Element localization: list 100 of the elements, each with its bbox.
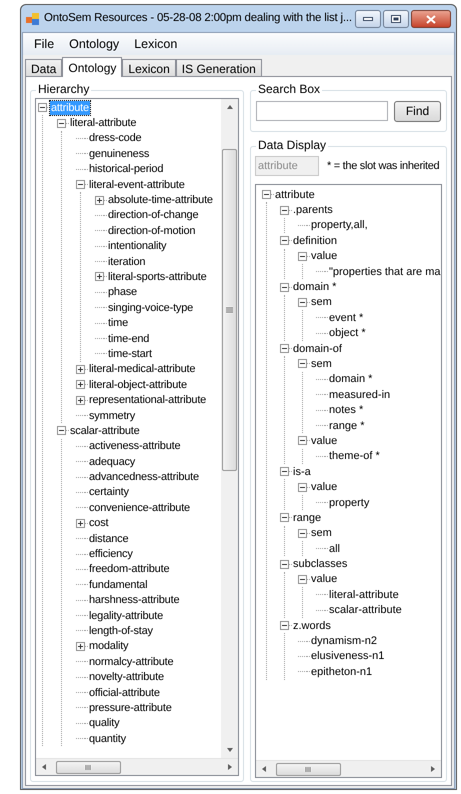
tree-item[interactable]: absolute-time-attribute bbox=[107, 193, 214, 208]
tree-item[interactable]: dynamism-n2 bbox=[310, 634, 378, 648]
scroll-thumb[interactable] bbox=[276, 762, 341, 776]
tree-item[interactable]: literal-object-attribute bbox=[88, 378, 188, 392]
tree-item[interactable]: time-end bbox=[107, 332, 150, 346]
tree-item[interactable]: dress-code bbox=[88, 131, 142, 146]
expand-icon[interactable] bbox=[76, 518, 85, 528]
expand-icon[interactable] bbox=[76, 396, 85, 405]
collapse-icon[interactable] bbox=[280, 236, 289, 246]
tree-item[interactable]: direction-of-motion bbox=[107, 224, 196, 238]
collapse-icon[interactable] bbox=[38, 103, 47, 112]
scroll-left-arrow-icon[interactable] bbox=[260, 765, 268, 773]
tree-item[interactable]: domain * bbox=[292, 280, 338, 294]
tree-item[interactable]: object * bbox=[328, 326, 367, 340]
collapse-icon[interactable] bbox=[280, 560, 289, 569]
tree-item[interactable]: range * bbox=[328, 418, 366, 433]
tree-item[interactable]: convenience-attribute bbox=[88, 500, 191, 515]
scroll-down-arrow-icon[interactable] bbox=[226, 746, 234, 754]
scroll-right-arrow-icon[interactable] bbox=[429, 765, 437, 773]
tree-item[interactable]: time bbox=[107, 316, 129, 330]
tree-item[interactable]: literal-event-attribute bbox=[88, 178, 186, 192]
collapse-icon[interactable] bbox=[57, 118, 66, 128]
tree-item[interactable]: activeness-attribute bbox=[88, 439, 182, 454]
tab[interactable]: Data bbox=[25, 59, 62, 76]
scroll-thumb[interactable] bbox=[222, 149, 237, 471]
minimize-button[interactable] bbox=[355, 10, 381, 28]
tree-item[interactable]: representational-attribute bbox=[88, 393, 208, 408]
tree-item[interactable]: modality bbox=[88, 639, 130, 654]
tab[interactable]: IS Generation bbox=[176, 59, 262, 76]
tree-item[interactable]: .parents bbox=[292, 203, 334, 218]
tree-item[interactable]: cost bbox=[88, 516, 110, 530]
tree-item[interactable]: time-start bbox=[107, 346, 153, 361]
tree-item[interactable]: value bbox=[310, 480, 338, 494]
scroll-thumb[interactable] bbox=[56, 760, 121, 774]
tree-item[interactable]: length-of-stay bbox=[88, 624, 154, 638]
expand-icon[interactable] bbox=[95, 272, 104, 282]
tree-item[interactable]: certainty bbox=[88, 485, 130, 500]
tree-item[interactable]: value bbox=[310, 434, 338, 448]
tree-item[interactable]: efficiency bbox=[88, 547, 134, 562]
search-field[interactable] bbox=[256, 101, 388, 121]
tree-item[interactable]: elusiveness-n1 bbox=[310, 649, 386, 664]
maximize-button[interactable] bbox=[383, 10, 409, 28]
tree-item[interactable]: epitheton-n1 bbox=[310, 664, 374, 679]
tree-item[interactable]: freedom-attribute bbox=[88, 562, 170, 576]
tree-item[interactable]: all bbox=[328, 542, 342, 556]
tree-item[interactable]: measured-in bbox=[328, 388, 392, 402]
tab[interactable]: Ontology bbox=[62, 57, 122, 77]
tree-item[interactable]: sem bbox=[310, 295, 333, 310]
tree-item[interactable]: harshness-attribute bbox=[88, 593, 180, 608]
collapse-icon[interactable] bbox=[298, 528, 307, 538]
expand-icon[interactable] bbox=[95, 196, 104, 205]
menu-item[interactable]: File bbox=[27, 34, 62, 54]
tree-item[interactable]: range bbox=[292, 510, 322, 525]
scroll-right-arrow-icon[interactable] bbox=[226, 763, 234, 771]
tree-item[interactable]: definition bbox=[292, 234, 338, 248]
collapse-icon[interactable] bbox=[280, 513, 289, 522]
tree-item[interactable]: value bbox=[310, 572, 338, 586]
collapse-icon[interactable] bbox=[298, 252, 307, 261]
tree-item[interactable]: scalar-attribute bbox=[69, 424, 141, 438]
collapse-icon[interactable] bbox=[262, 190, 271, 200]
tree-item[interactable]: distance bbox=[88, 532, 130, 546]
tree-item[interactable]: z.words bbox=[292, 618, 332, 633]
tree-item[interactable]: quantity bbox=[88, 732, 127, 746]
tree-item[interactable]: sem bbox=[310, 356, 333, 371]
tree-item[interactable]: quality bbox=[88, 716, 120, 730]
tree-item[interactable]: official-attribute bbox=[88, 686, 161, 700]
expand-icon[interactable] bbox=[76, 364, 85, 374]
tree-item[interactable]: attribute bbox=[274, 188, 316, 202]
expand-icon[interactable] bbox=[76, 642, 85, 651]
tree-item[interactable]: domain * bbox=[328, 372, 374, 386]
tree-item[interactable]: property,all, bbox=[310, 218, 369, 232]
collapse-icon[interactable] bbox=[76, 180, 85, 190]
collapse-icon[interactable] bbox=[280, 621, 289, 630]
tree-item[interactable]: phase bbox=[107, 285, 138, 300]
collapse-icon[interactable] bbox=[298, 482, 307, 492]
collapse-icon[interactable] bbox=[280, 467, 289, 476]
tree-item[interactable]: novelty-attribute bbox=[88, 670, 165, 684]
tree-item[interactable]: value bbox=[310, 249, 338, 264]
tree-item[interactable]: domain-of bbox=[292, 342, 343, 356]
scroll-up-arrow-icon[interactable] bbox=[226, 103, 234, 111]
tree-item[interactable]: literal-sports-attribute bbox=[107, 270, 208, 284]
collapse-icon[interactable] bbox=[298, 298, 307, 307]
tree-item[interactable]: "properties that are ma bbox=[328, 264, 441, 279]
find-button[interactable]: Find bbox=[394, 100, 441, 122]
tree-item[interactable]: legality-attribute bbox=[88, 608, 164, 623]
tree-item[interactable]: property bbox=[328, 496, 370, 510]
collapse-icon[interactable] bbox=[280, 282, 289, 292]
tree-item[interactable]: event * bbox=[328, 310, 364, 325]
tree-item[interactable]: literal-attribute bbox=[69, 116, 138, 130]
tree-item[interactable]: historical-period bbox=[88, 162, 164, 176]
tree-item[interactable]: notes * bbox=[328, 403, 364, 418]
tree-item[interactable]: subclasses bbox=[292, 557, 348, 572]
collapse-icon[interactable] bbox=[298, 574, 307, 584]
vertical-scrollbar[interactable] bbox=[221, 99, 238, 758]
tree-item[interactable]: singing-voice-type bbox=[107, 300, 194, 315]
collapse-icon[interactable] bbox=[298, 436, 307, 446]
collapse-icon[interactable] bbox=[57, 426, 66, 436]
tree-item[interactable]: fundamental bbox=[88, 578, 148, 592]
collapse-icon[interactable] bbox=[280, 344, 289, 354]
horizontal-scrollbar[interactable] bbox=[36, 758, 238, 775]
